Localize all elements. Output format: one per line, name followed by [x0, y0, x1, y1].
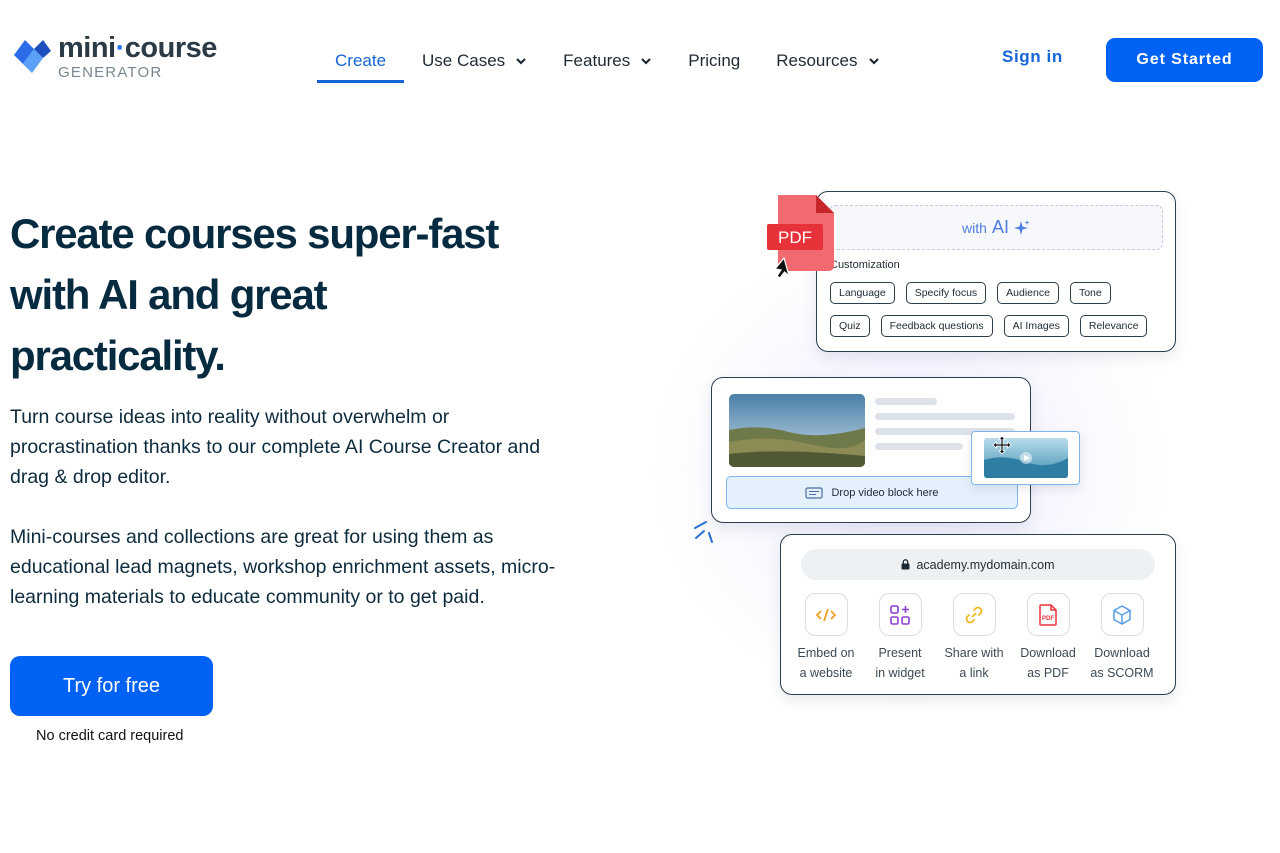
sign-in-link[interactable]: Sign in — [1002, 47, 1063, 67]
chevron-down-icon — [516, 57, 526, 65]
chip-tone[interactable]: Tone — [1069, 282, 1111, 304]
nav-item-use-cases[interactable]: Use Cases — [404, 38, 545, 83]
share-options: Embed on a website Present in widget Sha… — [789, 593, 1159, 683]
share-with-link[interactable]: Share with a link — [937, 593, 1011, 683]
nav-item-create[interactable]: Create — [317, 38, 405, 83]
landscape-image — [729, 394, 865, 467]
hero-title-line: with AI and great — [10, 271, 328, 318]
chip-specify-focus[interactable]: Specify focus — [905, 282, 987, 304]
chip-relevance[interactable]: Relevance — [1079, 315, 1148, 337]
link-icon — [965, 606, 983, 623]
chip-ai-images[interactable]: AI Images — [1003, 315, 1069, 337]
customization-label: Customization — [830, 259, 900, 271]
nav-item-resources[interactable]: Resources — [758, 38, 897, 83]
share-embed-website[interactable]: Embed on a website — [789, 593, 863, 683]
hero-description: Turn course ideas into reality without o… — [10, 406, 541, 488]
ai-generate-box: with AI — [829, 205, 1163, 250]
svg-text:PDF: PDF — [1042, 616, 1054, 622]
hero-title-line: practicality. — [10, 332, 226, 379]
pdf-file-icon: PDF — [1039, 603, 1057, 626]
nav-item-features[interactable]: Features — [545, 38, 670, 83]
get-started-button[interactable]: Get Started — [1106, 38, 1263, 82]
chevron-down-icon — [868, 57, 879, 65]
drop-spark-icon — [694, 521, 713, 543]
cursor-icon — [773, 256, 791, 279]
customization-chips: Language Specify focus Audience Tone Qui… — [830, 282, 1160, 348]
lock-icon — [901, 559, 910, 570]
brand-sub: GENERATOR — [58, 64, 163, 81]
no-credit-card-note: No credit card required — [36, 728, 184, 744]
widget-icon — [890, 604, 910, 625]
hero-description-secondary: Mini-courses and collections are great f… — [10, 526, 556, 608]
cube-icon — [1113, 604, 1131, 625]
ai-customization-card: with AI Customization Language Specify f… — [816, 191, 1176, 352]
video-block-icon — [805, 486, 824, 499]
try-for-free-button[interactable]: Try for free — [10, 656, 213, 716]
chip-quiz[interactable]: Quiz — [830, 315, 870, 337]
chip-feedback-questions[interactable]: Feedback questions — [880, 315, 993, 337]
move-cursor-icon — [992, 435, 1012, 455]
share-present-widget[interactable]: Present in widget — [863, 593, 937, 683]
svg-text:PDF: PDF — [778, 228, 812, 247]
hero-title: Create courses super-fast with AI and gr… — [10, 203, 530, 386]
share-options-card: academy.mydomain.com Embed ona website — [780, 534, 1176, 695]
logo-mark-icon — [14, 40, 51, 73]
hero-title-line: Create courses super-fast — [10, 210, 499, 257]
nav-item-pricing[interactable]: Pricing — [670, 38, 758, 83]
chip-audience[interactable]: Audience — [997, 282, 1059, 304]
code-icon — [816, 608, 836, 621]
share-download-scorm[interactable]: Download as SCORM — [1085, 593, 1159, 683]
brand-logo[interactable]: mini·course GENERATOR — [12, 34, 242, 84]
chevron-down-icon — [641, 57, 652, 65]
sparkle-icon — [1013, 219, 1030, 235]
share-download-pdf[interactable]: PDF Download as PDF — [1011, 593, 1085, 683]
url-bar[interactable]: academy.mydomain.com — [801, 549, 1155, 580]
main-nav: Create Use Cases Features Pricing Resour… — [317, 38, 898, 83]
brand-name: mini·course — [58, 32, 217, 64]
chip-language[interactable]: Language — [830, 282, 895, 304]
dragged-video-card[interactable] — [971, 431, 1080, 485]
